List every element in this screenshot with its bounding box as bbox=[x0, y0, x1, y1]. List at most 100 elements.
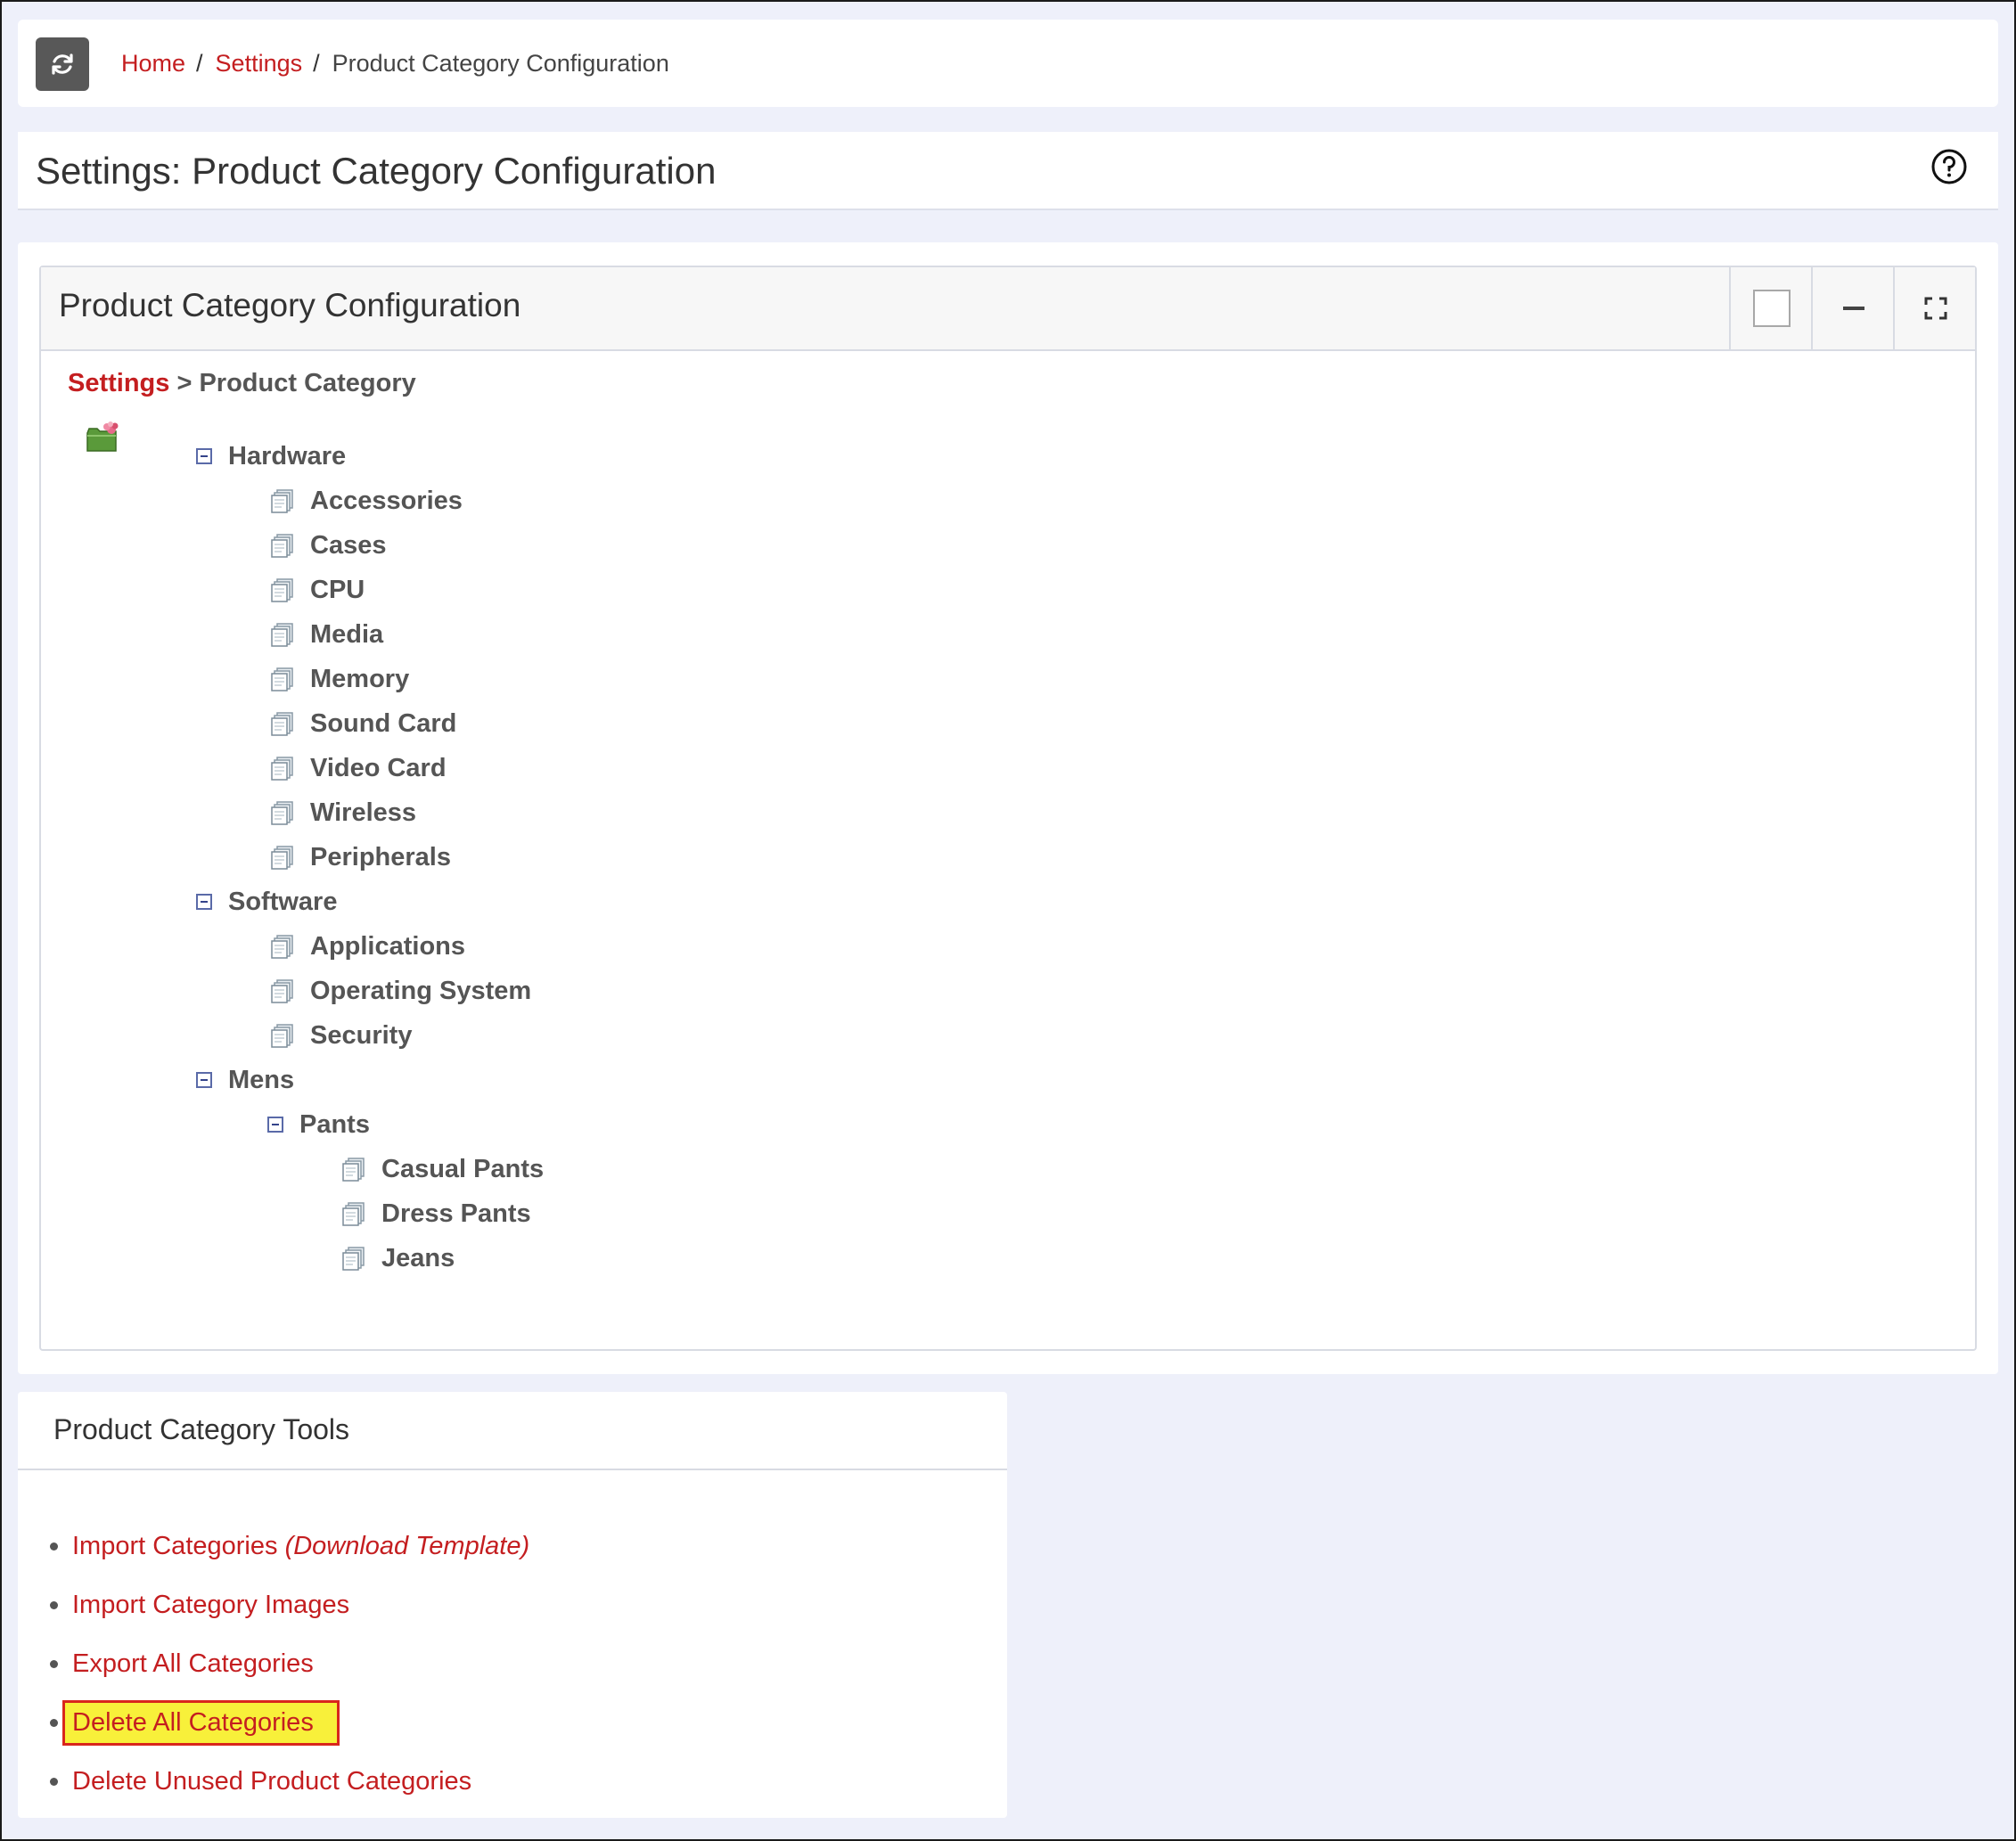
tree-leaf[interactable]: Sound Card bbox=[269, 704, 456, 743]
breadcrumb-separator: / bbox=[313, 49, 320, 77]
category-leaf-icon bbox=[271, 801, 293, 825]
category-leaf-icon bbox=[271, 712, 293, 736]
panel-header: Product Category Configuration bbox=[41, 267, 1975, 351]
tree-leaf[interactable]: Accessories bbox=[269, 481, 463, 520]
collapse-toggle-icon[interactable] bbox=[267, 1117, 283, 1133]
collapse-toggle-icon[interactable] bbox=[196, 1072, 212, 1088]
tree-node-label[interactable]: CPU bbox=[310, 576, 365, 605]
breadcrumb-separator: / bbox=[196, 49, 203, 77]
delete-unused-categories-link[interactable]: Delete Unused Product Categories bbox=[72, 1767, 471, 1796]
category-leaf-icon bbox=[271, 489, 293, 513]
tools-header: Product Category Tools bbox=[18, 1392, 1007, 1470]
tree-group-mens[interactable]: Mens bbox=[196, 1060, 294, 1100]
panel-minimize-button[interactable] bbox=[1811, 267, 1895, 349]
category-leaf-icon bbox=[342, 1158, 365, 1182]
collapse-toggle-icon[interactable] bbox=[196, 448, 212, 464]
tree-leaf[interactable]: Operating System bbox=[269, 971, 531, 1011]
tool-item: Export All Categories bbox=[50, 1641, 314, 1686]
tree-node-label[interactable]: Accessories bbox=[310, 487, 463, 516]
category-leaf-icon bbox=[271, 667, 293, 691]
breadcrumb-settings-link[interactable]: Settings bbox=[216, 50, 303, 78]
tree-leaf[interactable]: Video Card bbox=[269, 749, 447, 788]
delete-all-categories-link[interactable]: Delete All Categories bbox=[62, 1699, 340, 1746]
checkbox-icon bbox=[1753, 290, 1791, 327]
bullet bbox=[50, 1777, 58, 1786]
tree-subgroup-pants[interactable]: Pants bbox=[267, 1105, 370, 1144]
tree-node-label[interactable]: Sound Card bbox=[310, 709, 456, 739]
tree-node-label[interactable]: Operating System bbox=[310, 977, 531, 1006]
category-leaf-icon bbox=[271, 846, 293, 870]
breadcrumb-home-link[interactable]: Home bbox=[121, 50, 185, 78]
tree-node-label[interactable]: Wireless bbox=[310, 798, 416, 828]
category-leaf-icon bbox=[271, 534, 293, 558]
tree-node-label[interactable]: Casual Pants bbox=[381, 1155, 544, 1184]
tree-leaf[interactable]: Casual Pants bbox=[340, 1150, 544, 1189]
category-leaf-icon bbox=[271, 979, 293, 1003]
tree-leaf[interactable]: Security bbox=[269, 1016, 412, 1055]
tool-item: Import Category Images bbox=[50, 1583, 349, 1627]
page-header: Settings: Product Category Configuration bbox=[18, 132, 1998, 210]
category-leaf-icon bbox=[271, 578, 293, 602]
tree-leaf[interactable]: Jeans bbox=[340, 1239, 455, 1278]
tree-leaf[interactable]: CPU bbox=[269, 570, 365, 610]
download-template-link[interactable]: (Download Template) bbox=[285, 1532, 530, 1560]
category-leaf-icon bbox=[342, 1247, 365, 1271]
import-category-images-link[interactable]: Import Category Images bbox=[72, 1591, 349, 1620]
refresh-button[interactable] bbox=[36, 37, 89, 91]
tools-title: Product Category Tools bbox=[53, 1413, 350, 1445]
config-section: Product Category Configuration Settings … bbox=[18, 242, 1998, 1374]
category-leaf-icon bbox=[271, 1024, 293, 1048]
tree-leaf[interactable]: Media bbox=[269, 615, 383, 654]
tree-leaf[interactable]: Dress Pants bbox=[340, 1194, 531, 1233]
collapse-toggle-icon[interactable] bbox=[196, 894, 212, 910]
tree-node-label[interactable]: Video Card bbox=[310, 754, 447, 783]
bullet bbox=[50, 1600, 58, 1609]
bullet bbox=[50, 1542, 58, 1551]
tree-leaf[interactable]: Memory bbox=[269, 659, 409, 699]
export-all-categories-link[interactable]: Export All Categories bbox=[72, 1649, 314, 1679]
import-categories-link[interactable]: Import Categories (Download Template) bbox=[72, 1532, 529, 1561]
path-settings-link[interactable]: Settings bbox=[68, 369, 169, 397]
category-leaf-icon bbox=[271, 757, 293, 781]
tools-card: Product Category Tools Import Categories… bbox=[18, 1392, 1007, 1818]
tree-node-label[interactable]: Pants bbox=[299, 1110, 370, 1140]
tree-node-label[interactable]: Hardware bbox=[228, 442, 346, 471]
panel-title: Product Category Configuration bbox=[59, 287, 521, 323]
tree-node-label[interactable]: Security bbox=[310, 1021, 412, 1051]
tree-leaf[interactable]: Applications bbox=[269, 927, 465, 966]
tool-item: Delete Unused Product Categories bbox=[50, 1759, 471, 1804]
tree-node-label[interactable]: Applications bbox=[310, 932, 465, 961]
tool-item: Delete All Categories bbox=[50, 1699, 340, 1746]
refresh-icon bbox=[52, 53, 73, 75]
category-leaf-icon bbox=[271, 935, 293, 959]
page-title: Settings: Product Category Configuration bbox=[36, 150, 717, 192]
category-leaf-icon bbox=[271, 623, 293, 647]
category-panel: Product Category Configuration Settings … bbox=[39, 266, 1977, 1351]
breadcrumb: Home / Settings / Product Category Confi… bbox=[121, 20, 669, 107]
tree-node-label[interactable]: Jeans bbox=[381, 1244, 455, 1273]
tree-leaf[interactable]: Wireless bbox=[269, 793, 416, 832]
tree-node-label[interactable]: Memory bbox=[310, 665, 409, 694]
tree-group-software[interactable]: Software bbox=[196, 882, 337, 921]
panel-expand-button[interactable] bbox=[1893, 267, 1977, 349]
tree-leaf[interactable]: Peripherals bbox=[269, 838, 451, 877]
tree-node-label[interactable]: Media bbox=[310, 620, 383, 650]
bullet bbox=[50, 1659, 58, 1668]
tree-leaf[interactable]: Cases bbox=[269, 526, 386, 565]
panel-select-button[interactable] bbox=[1729, 267, 1813, 349]
bullet bbox=[50, 1718, 58, 1727]
tree-node-label[interactable]: Dress Pants bbox=[381, 1199, 531, 1229]
tree-node-label[interactable]: Software bbox=[228, 888, 337, 917]
tool-item: Import Categories (Download Template) bbox=[50, 1524, 529, 1568]
breadcrumb-current: Product Category Configuration bbox=[332, 49, 669, 77]
folder-root-icon[interactable] bbox=[86, 421, 121, 454]
tree-node-label[interactable]: Peripherals bbox=[310, 843, 451, 872]
tree-node-label[interactable]: Mens bbox=[228, 1066, 294, 1095]
minimize-icon bbox=[1843, 307, 1864, 310]
help-circle-icon[interactable] bbox=[1930, 148, 1968, 185]
tree-node-label[interactable]: Cases bbox=[310, 531, 386, 560]
expand-icon bbox=[1924, 297, 1947, 320]
category-leaf-icon bbox=[342, 1202, 365, 1226]
tree-group-hardware[interactable]: Hardware bbox=[196, 437, 346, 476]
category-path: Settings > Product Category bbox=[68, 369, 416, 398]
